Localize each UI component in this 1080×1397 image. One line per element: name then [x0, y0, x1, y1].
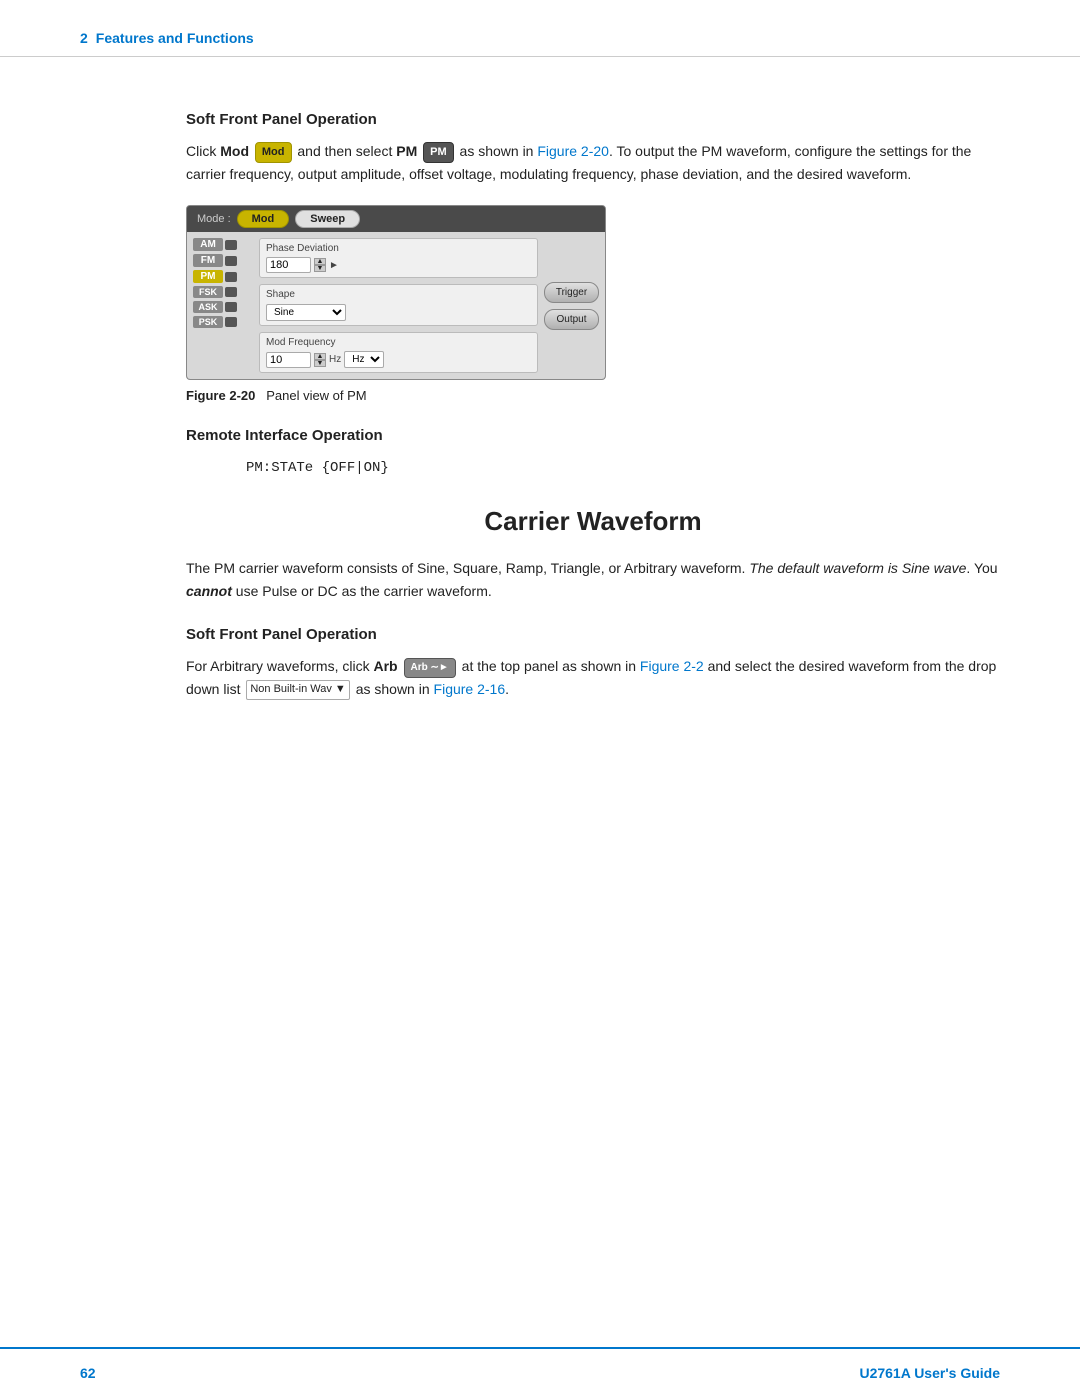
phase-deviation-input-row: ▲ ▼ ►	[266, 257, 531, 273]
phase-deviation-down[interactable]: ▼	[314, 265, 326, 272]
panel-am-icon	[225, 240, 237, 250]
content-area: Soft Front Panel Operation Click Mod Mod…	[0, 57, 1080, 794]
carrier-waveform-title: Carrier Waveform	[186, 506, 1000, 537]
pm-bold-text: PM	[396, 143, 417, 159]
figure-20-caption-text: Panel view of PM	[259, 388, 367, 403]
carrier-waveform-text: The PM carrier waveform consists of Sine…	[186, 557, 1000, 602]
panel-fm-icon	[225, 256, 237, 266]
shape-label: Shape	[266, 289, 531, 300]
panel-sweep-button[interactable]: Sweep	[295, 210, 360, 228]
panel-ask-row: ASK	[193, 301, 253, 313]
phase-deviation-arrow: ►	[329, 260, 339, 271]
carrier-waveform-italic: The default waveform is Sine wave	[749, 560, 966, 576]
chapter-title: Features and Functions	[96, 30, 254, 46]
mod-frequency-input[interactable]	[266, 352, 311, 368]
figure-20-caption-bold: Figure 2-20	[186, 388, 255, 403]
shape-group: Shape Sine	[259, 284, 538, 326]
footer-page-number: 62	[80, 1365, 96, 1381]
pm-button-inline: PM	[423, 142, 454, 164]
figure-20-caption: Figure 2-20 Panel view of PM	[186, 388, 1000, 403]
panel-center: Phase Deviation ▲ ▼ ► Shape	[259, 238, 538, 373]
panel-output-button[interactable]: Output	[544, 309, 599, 330]
header-area: 2 Features and Functions	[0, 0, 1080, 57]
mod-frequency-group: Mod Frequency ▲ ▼ Hz Hz	[259, 332, 538, 373]
footer: 62 U2761A User's Guide	[0, 1347, 1080, 1397]
panel-top-bar: Mode : Mod Sweep	[187, 206, 605, 232]
figure-20-link-1[interactable]: Figure 2-20	[537, 143, 609, 159]
panel-fm-row: FM	[193, 254, 253, 267]
panel-pm-row: PM	[193, 270, 253, 283]
panel-am-button[interactable]: AM	[193, 238, 223, 251]
panel-pm-icon	[225, 272, 237, 282]
panel-fsk-icon	[225, 287, 237, 297]
panel-left-buttons: AM FM PM FSK	[193, 238, 253, 373]
panel-fsk-row: FSK	[193, 286, 253, 298]
panel-psk-icon	[225, 317, 237, 327]
figure-2-16-link[interactable]: Figure 2-16	[434, 681, 506, 697]
panel-right-buttons: Trigger Output	[544, 238, 599, 373]
panel-psk-button[interactable]: PSK	[193, 316, 223, 328]
section-heading-soft-front-panel-1: Soft Front Panel Operation	[186, 111, 1000, 128]
panel-am-row: AM	[193, 238, 253, 251]
mod-frequency-label: Mod Frequency	[266, 337, 531, 348]
pm-state-command: PM:STATe {OFF|ON}	[246, 460, 1000, 476]
panel-psk-row: PSK	[193, 316, 253, 328]
dropdown-inline: Non Built-in Wav ▼	[246, 680, 349, 700]
panel-mod-button[interactable]: Mod	[237, 210, 290, 228]
panel-pm-button[interactable]: PM	[193, 270, 223, 283]
section-heading-remote-interface: Remote Interface Operation	[186, 427, 1000, 444]
chapter-number: 2	[80, 30, 88, 46]
phase-deviation-label: Phase Deviation	[266, 243, 531, 254]
section-heading-soft-front-panel-2: Soft Front Panel Operation	[186, 626, 1000, 643]
panel-body: AM FM PM FSK	[187, 232, 605, 379]
phase-deviation-group: Phase Deviation ▲ ▼ ►	[259, 238, 538, 278]
page-container: 2 Features and Functions Soft Front Pane…	[0, 0, 1080, 1397]
mod-bold-text: Mod	[220, 143, 249, 159]
soft-front-panel-2-text: For Arbitrary waveforms, click Arb Arb ∼…	[186, 655, 1000, 700]
panel-ask-icon	[225, 302, 237, 312]
arb-bold-text: Arb	[373, 658, 397, 674]
figure-2-2-link[interactable]: Figure 2-2	[640, 658, 704, 674]
panel-fsk-button[interactable]: FSK	[193, 286, 223, 298]
panel-ask-button[interactable]: ASK	[193, 301, 223, 313]
phase-deviation-input[interactable]	[266, 257, 311, 273]
mod-frequency-input-row: ▲ ▼ Hz Hz	[266, 351, 531, 368]
mod-frequency-unit: Hz	[329, 354, 341, 365]
phase-deviation-spinner: ▲ ▼	[314, 258, 326, 272]
panel-fm-button[interactable]: FM	[193, 254, 223, 267]
panel-mode-label: Mode :	[197, 213, 231, 225]
arb-button-inline: Arb ∼►	[404, 658, 456, 678]
mod-frequency-unit-select[interactable]: Hz	[344, 351, 384, 368]
shape-select[interactable]: Sine	[266, 304, 346, 321]
carrier-waveform-cannot: cannot	[186, 583, 232, 599]
mod-frequency-down[interactable]: ▼	[314, 360, 326, 367]
mod-frequency-spinner: ▲ ▼	[314, 353, 326, 367]
mod-button-inline: Mod	[255, 142, 292, 164]
panel-screenshot: Mode : Mod Sweep AM FM PM	[186, 205, 606, 380]
panel-trigger-button[interactable]: Trigger	[544, 282, 599, 303]
soft-front-panel-1-text: Click Mod Mod and then select PM PM as s…	[186, 140, 1000, 185]
footer-guide-title: U2761A User's Guide	[859, 1365, 1000, 1381]
